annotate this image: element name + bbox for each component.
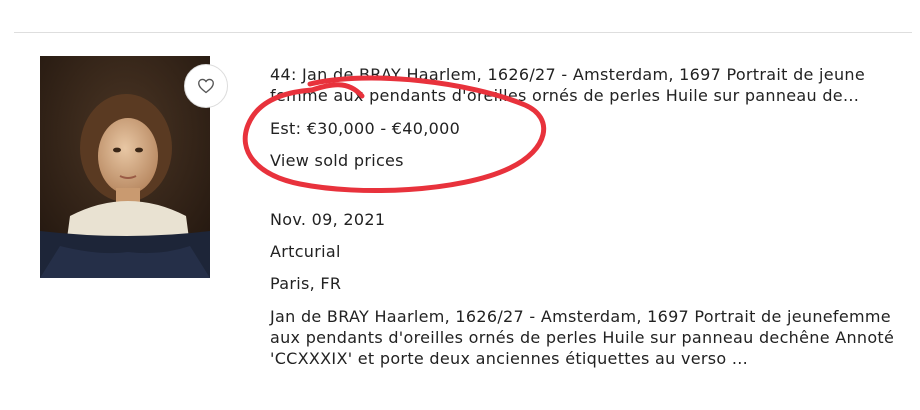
auction-house: Artcurial <box>270 242 341 261</box>
top-divider <box>14 32 912 33</box>
lot-description: Jan de BRAY Haarlem, 1626/27 - Amsterdam… <box>270 307 895 368</box>
lot-card: 44: Jan de BRAY Haarlem, 1626/27 - Amste… <box>0 0 920 410</box>
auction-date: Nov. 09, 2021 <box>270 210 386 229</box>
lot-estimate: Est: €30,000 - €40,000 <box>270 119 461 138</box>
lot-info: 44: Jan de BRAY Haarlem, 1626/27 - Amste… <box>270 64 910 106</box>
favorite-button[interactable] <box>184 64 228 108</box>
heart-icon <box>198 78 214 94</box>
auction-location: Paris, FR <box>270 274 342 293</box>
lot-title-link[interactable]: 44: Jan de BRAY Haarlem, 1626/27 - Amste… <box>270 64 910 106</box>
view-sold-prices-link[interactable]: View sold prices <box>270 150 404 172</box>
